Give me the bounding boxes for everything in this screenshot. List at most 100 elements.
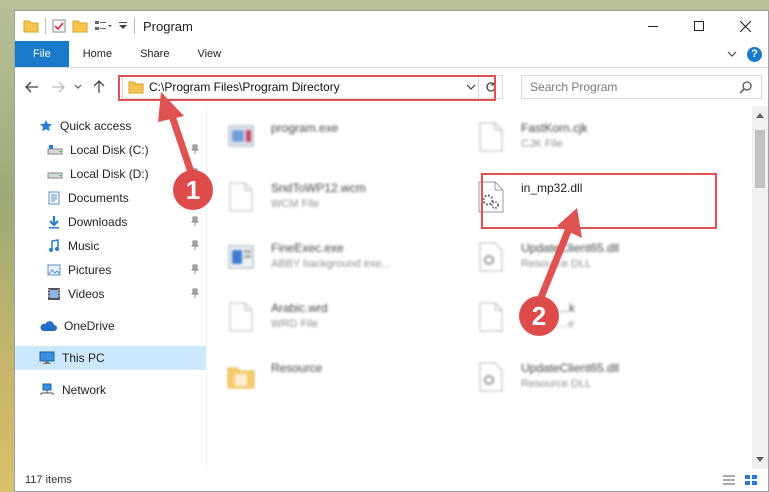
up-button[interactable] bbox=[88, 76, 110, 98]
sidebar-item-label: Downloads bbox=[68, 215, 128, 229]
arrow-right-icon bbox=[51, 81, 65, 93]
properties-icon[interactable] bbox=[52, 19, 66, 33]
tab-share[interactable]: Share bbox=[126, 41, 183, 67]
documents-icon bbox=[47, 191, 61, 205]
scrollbar-thumb[interactable] bbox=[755, 130, 765, 188]
layout-icon[interactable] bbox=[94, 19, 112, 33]
sidebar-item-label: Local Disk (C:) bbox=[70, 143, 149, 157]
monitor-icon bbox=[39, 351, 55, 365]
pictures-icon bbox=[47, 263, 61, 277]
file-item-updateclient65-b[interactable]: UpdateClient65.dll Resource DLL bbox=[467, 354, 705, 412]
search-box[interactable] bbox=[521, 75, 762, 99]
large-icons-view-icon[interactable] bbox=[744, 474, 758, 486]
sidebar-item-videos[interactable]: Videos bbox=[15, 282, 206, 306]
arrow-left-icon bbox=[24, 81, 39, 93]
file-name: Arabic.wrd bbox=[271, 301, 328, 315]
sidebar-item-downloads[interactable]: Downloads bbox=[15, 210, 206, 234]
sidebar-item-onedrive[interactable]: OneDrive bbox=[15, 314, 206, 338]
close-button[interactable] bbox=[722, 11, 768, 41]
file-type: WCM File bbox=[271, 198, 320, 210]
minimize-button[interactable] bbox=[630, 11, 676, 41]
drive-icon bbox=[47, 144, 63, 156]
pin-icon bbox=[190, 144, 200, 154]
back-button[interactable] bbox=[21, 76, 43, 98]
file-item-arabic-wrd[interactable]: Arabic.wrd WRD File bbox=[217, 294, 455, 352]
music-icon bbox=[47, 239, 61, 253]
file-name: FineExec.exe bbox=[271, 241, 344, 255]
tab-file[interactable]: File bbox=[15, 41, 69, 67]
sidebar-item-label: Network bbox=[62, 383, 107, 397]
new-folder-icon[interactable] bbox=[72, 19, 88, 33]
step-badge-1: 1 bbox=[173, 170, 213, 210]
sidebar-item-this-pc[interactable]: This PC bbox=[15, 346, 206, 370]
sidebar-item-pictures[interactable]: Pictures bbox=[15, 258, 206, 282]
details-view-icon[interactable] bbox=[722, 474, 736, 486]
help-icon[interactable]: ? bbox=[747, 46, 762, 62]
file-list: program.exe FastKorn.cjk CJK File SndToWP… bbox=[207, 106, 768, 469]
file-item-program-exe[interactable]: program.exe bbox=[217, 114, 455, 172]
downloads-icon bbox=[47, 215, 61, 229]
exe-icon bbox=[221, 234, 261, 280]
file-type: Resource DLL bbox=[521, 378, 592, 390]
address-bar-highlight bbox=[118, 75, 496, 101]
toolbar-divider bbox=[134, 18, 135, 34]
sidebar-item-network[interactable]: Network bbox=[15, 378, 206, 402]
recent-locations-button[interactable] bbox=[72, 76, 84, 98]
file-item-hidden[interactable]: ...k ...e bbox=[467, 294, 705, 352]
sidebar-item-music[interactable]: Music bbox=[15, 234, 206, 258]
file-name: program.exe bbox=[271, 121, 339, 135]
drive-icon bbox=[47, 168, 63, 180]
customize-toolbar-icon[interactable] bbox=[118, 21, 128, 31]
file-item-resource-folder[interactable]: Resource bbox=[217, 354, 455, 412]
expand-ribbon-icon[interactable] bbox=[727, 50, 737, 58]
pin-icon bbox=[190, 240, 200, 250]
sidebar-item-label: Documents bbox=[68, 191, 129, 205]
videos-icon bbox=[47, 287, 61, 301]
maximize-button[interactable] bbox=[676, 11, 722, 41]
file-name: FastKorn.cjk bbox=[521, 121, 588, 135]
sidebar-item-label: OneDrive bbox=[64, 319, 115, 333]
sidebar-item-label: Music bbox=[68, 239, 100, 253]
file-name: ...k bbox=[559, 301, 576, 315]
vertical-scrollbar[interactable] bbox=[752, 106, 768, 469]
window-controls bbox=[630, 11, 768, 41]
scroll-up-icon[interactable] bbox=[756, 112, 764, 118]
window-title: Program bbox=[143, 18, 193, 34]
file-item-updateclient65-a[interactable]: UpdateClient65.dll Resource DLL bbox=[467, 234, 705, 292]
status-bar: 117 items bbox=[15, 469, 768, 491]
dll-file-highlight bbox=[481, 173, 717, 229]
file-icon bbox=[471, 114, 511, 160]
search-input[interactable] bbox=[530, 80, 731, 94]
file-name: UpdateClient65.dll bbox=[521, 361, 620, 375]
scroll-down-icon[interactable] bbox=[756, 457, 764, 463]
star-icon bbox=[39, 119, 53, 133]
file-item-sndtowp12[interactable]: SndToWP12.wcm WCM File bbox=[217, 174, 455, 232]
arrow-up-icon bbox=[93, 80, 105, 94]
file-icon bbox=[471, 294, 511, 340]
file-icon bbox=[221, 174, 261, 220]
tab-home[interactable]: Home bbox=[69, 41, 126, 67]
network-icon bbox=[39, 383, 55, 397]
file-item-fastkorn[interactable]: FastKorn.cjk CJK File bbox=[467, 114, 705, 172]
toolbar-divider bbox=[45, 18, 46, 34]
view-switcher bbox=[722, 474, 768, 486]
file-type: ABBY background exe... bbox=[271, 258, 391, 270]
folder-icon[interactable] bbox=[23, 19, 39, 33]
sidebar-item-quick-access[interactable]: Quick access bbox=[15, 114, 206, 138]
forward-button[interactable] bbox=[47, 76, 69, 98]
file-name: UpdateClient65.dll bbox=[521, 241, 620, 255]
close-icon bbox=[739, 20, 751, 32]
ribbon-tabs: File Home Share View ? bbox=[15, 41, 768, 68]
sidebar-item-label: Local Disk (D:) bbox=[70, 167, 149, 181]
sidebar-item-local-disk-c[interactable]: Local Disk (C:) bbox=[15, 138, 206, 162]
file-type: WRD File bbox=[271, 318, 319, 330]
tab-view[interactable]: View bbox=[183, 41, 235, 67]
dll-icon bbox=[471, 354, 511, 400]
file-item-fineexec[interactable]: FineExec.exe ABBY background exe... bbox=[217, 234, 455, 292]
chevron-down-icon bbox=[74, 84, 82, 90]
item-count: 117 items bbox=[25, 474, 72, 486]
pin-icon bbox=[190, 216, 200, 226]
minimize-icon bbox=[648, 21, 658, 31]
